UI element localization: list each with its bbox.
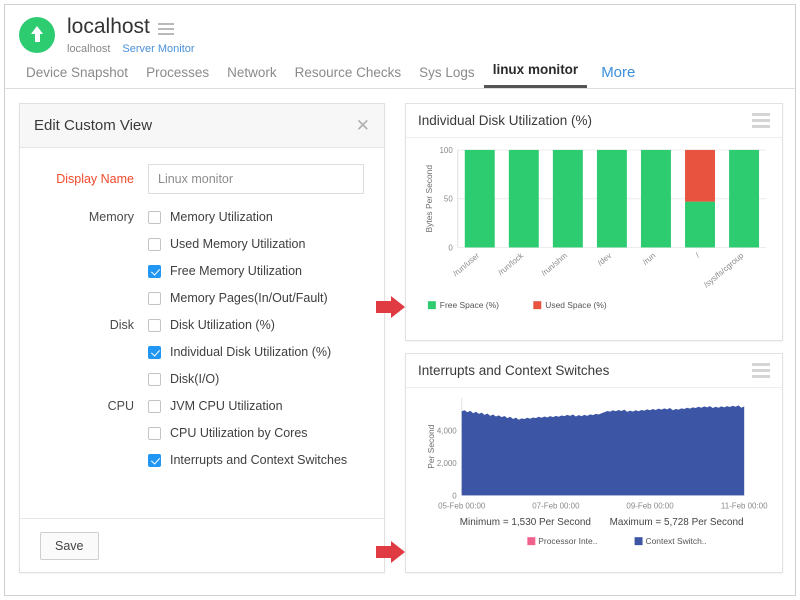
tab-resource-checks[interactable]: Resource Checks [286,66,411,88]
tab-sys-logs[interactable]: Sys Logs [410,66,484,88]
svg-text:/run/lock: /run/lock [496,251,525,277]
svg-text:50: 50 [444,195,453,204]
disk-card-hamburger-icon[interactable] [752,113,770,128]
label-disk-io: Disk(I/O) [170,372,219,386]
label-disk-utilization: Disk Utilization (%) [170,318,275,332]
label-cpu-utilization-by-cores: CPU Utilization by Cores [170,426,308,440]
svg-text:Context Switch..: Context Switch.. [646,536,707,546]
interrupts-card-hamburger-icon[interactable] [752,363,770,378]
svg-text:/run/user: /run/user [451,251,481,278]
svg-text:Bytes Per Second: Bytes Per Second [424,165,434,233]
svg-text:Free Space (%): Free Space (%) [440,300,499,310]
page-header: localhost localhost Server Monitor [5,5,795,55]
tab-bar: Device Snapshot Processes Network Resour… [5,55,795,89]
tab-more[interactable]: More [587,66,644,88]
svg-text:/run: /run [641,251,657,267]
tab-processes[interactable]: Processes [137,66,218,88]
group-label-memory: Memory [20,210,148,224]
group-label-disk: Disk [20,318,148,332]
checkbox-row-disk-io[interactable]: Disk(I/O) [20,372,384,386]
label-interrupts-and-context-switches: Interrupts and Context Switches [170,453,347,467]
svg-text:0: 0 [448,243,453,252]
checkbox-row-used-memory-utilization[interactable]: Used Memory Utilization [20,237,384,251]
label-used-memory-utilization: Used Memory Utilization [170,237,305,251]
svg-text:11-Feb 00:00: 11-Feb 00:00 [721,501,768,510]
breadcrumb-link-server-monitor[interactable]: Server Monitor [122,43,194,55]
label-memory-utilization: Memory Utilization [170,210,273,224]
display-name-input[interactable] [148,164,364,194]
interrupts-chart: 0 2,000 4,000Per Second 05-Feb 00:00 07-Feb … [406,388,782,572]
arrow-to-interrupts-chart [376,541,406,563]
checkbox-row-jvm-cpu-utilization[interactable]: CPU JVM CPU Utilization [20,399,384,413]
svg-text:Used Space (%): Used Space (%) [545,300,607,310]
disk-chart: 0 50 100 Bytes Per Second/run/user/run/lock… [406,138,782,340]
checkbox-cpu-utilization-by-cores[interactable] [148,427,161,440]
checkbox-memory-utilization[interactable] [148,211,161,224]
app-logo [19,17,55,53]
checkbox-disk-io[interactable] [148,373,161,386]
svg-text:Maximum = 5,728 Per Second: Maximum = 5,728 Per Second [610,517,744,528]
label-jvm-cpu-utilization: JVM CPU Utilization [170,399,283,413]
checkbox-row-memory-pages[interactable]: Memory Pages(In/Out/Fault) [20,291,384,305]
arrow-to-disk-chart [376,296,406,318]
disk-card-title: Individual Disk Utilization (%) [418,113,752,128]
right-arrow-icon-head [391,296,405,318]
svg-text:/dev: /dev [596,251,613,268]
svg-text:Minimum = 1,530 Per Second: Minimum = 1,530 Per Second [460,517,591,528]
content-area: Edit Custom View ✕ Display Name Memory M… [5,89,795,596]
tab-linux-monitor[interactable]: linux monitor [484,63,588,88]
display-name-label: Display Name [20,172,148,186]
svg-text:05-Feb 00:00: 05-Feb 00:00 [438,501,486,510]
interrupts-card-title: Interrupts and Context Switches [418,363,752,378]
svg-text:07-Feb 00:00: 07-Feb 00:00 [532,501,580,510]
interrupts-card: Interrupts and Context Switches 0 2,000 4,… [405,353,783,573]
svg-text:/sys/fs/cgroup: /sys/fs/cgroup [702,251,746,290]
edit-panel-footer: Save [20,518,384,572]
checkbox-individual-disk-utilization[interactable] [148,346,161,359]
checkbox-used-memory-utilization[interactable] [148,238,161,251]
checkbox-memory-pages[interactable] [148,292,161,305]
edit-panel-title: Edit Custom View [34,117,356,134]
svg-text:09-Feb 00:00: 09-Feb 00:00 [626,501,674,510]
checkbox-row-memory-utilization[interactable]: Memory Memory Utilization [20,210,384,224]
svg-text:2,000: 2,000 [437,459,457,468]
svg-text:Processor Inte..: Processor Inte.. [538,536,597,546]
svg-text:4,000: 4,000 [437,426,457,435]
tab-device-snapshot[interactable]: Device Snapshot [17,66,137,88]
breadcrumb: localhost Server Monitor [67,43,195,55]
save-button[interactable]: Save [40,532,99,560]
checkbox-interrupts-and-context-switches[interactable] [148,454,161,467]
checkbox-disk-utilization[interactable] [148,319,161,332]
checkbox-free-memory-utilization[interactable] [148,265,161,278]
close-icon[interactable]: ✕ [356,117,370,134]
disk-card-header: Individual Disk Utilization (%) [406,104,782,138]
svg-text:/: / [694,251,702,260]
display-name-row: Display Name [20,164,384,194]
breadcrumb-host: localhost [67,43,110,55]
svg-text:/run/shm: /run/shm [540,251,570,278]
svg-text:Per Second: Per Second [426,424,436,468]
disk-utilization-card: Individual Disk Utilization (%) 0 50 100 By… [405,103,783,341]
header-hamburger-icon[interactable] [158,23,174,35]
label-free-memory-utilization: Free Memory Utilization [170,264,302,278]
edit-custom-view-panel: Edit Custom View ✕ Display Name Memory M… [19,103,385,573]
interrupts-card-header: Interrupts and Context Switches [406,354,782,388]
edit-panel-body: Display Name Memory Memory Utilization U… [20,148,384,518]
page-title: localhost [67,15,150,39]
checkbox-row-cpu-utilization-by-cores[interactable]: CPU Utilization by Cores [20,426,384,440]
tab-network[interactable]: Network [218,66,286,88]
svg-text:0: 0 [452,491,457,500]
checkbox-jvm-cpu-utilization[interactable] [148,400,161,413]
label-memory-pages: Memory Pages(In/Out/Fault) [170,291,328,305]
label-individual-disk-utilization: Individual Disk Utilization (%) [170,345,331,359]
app-window: localhost localhost Server Monitor Devic… [4,4,796,596]
right-arrow-icon-head [391,541,405,563]
svg-text:100: 100 [440,146,454,155]
edit-panel-header: Edit Custom View ✕ [20,104,384,148]
checkbox-row-disk-utilization[interactable]: Disk Disk Utilization (%) [20,318,384,332]
checkbox-row-free-memory-utilization[interactable]: Free Memory Utilization [20,264,384,278]
group-label-cpu: CPU [20,399,148,413]
checkbox-row-individual-disk-utilization[interactable]: Individual Disk Utilization (%) [20,345,384,359]
checkbox-row-interrupts-and-context-switches[interactable]: Interrupts and Context Switches [20,453,384,467]
